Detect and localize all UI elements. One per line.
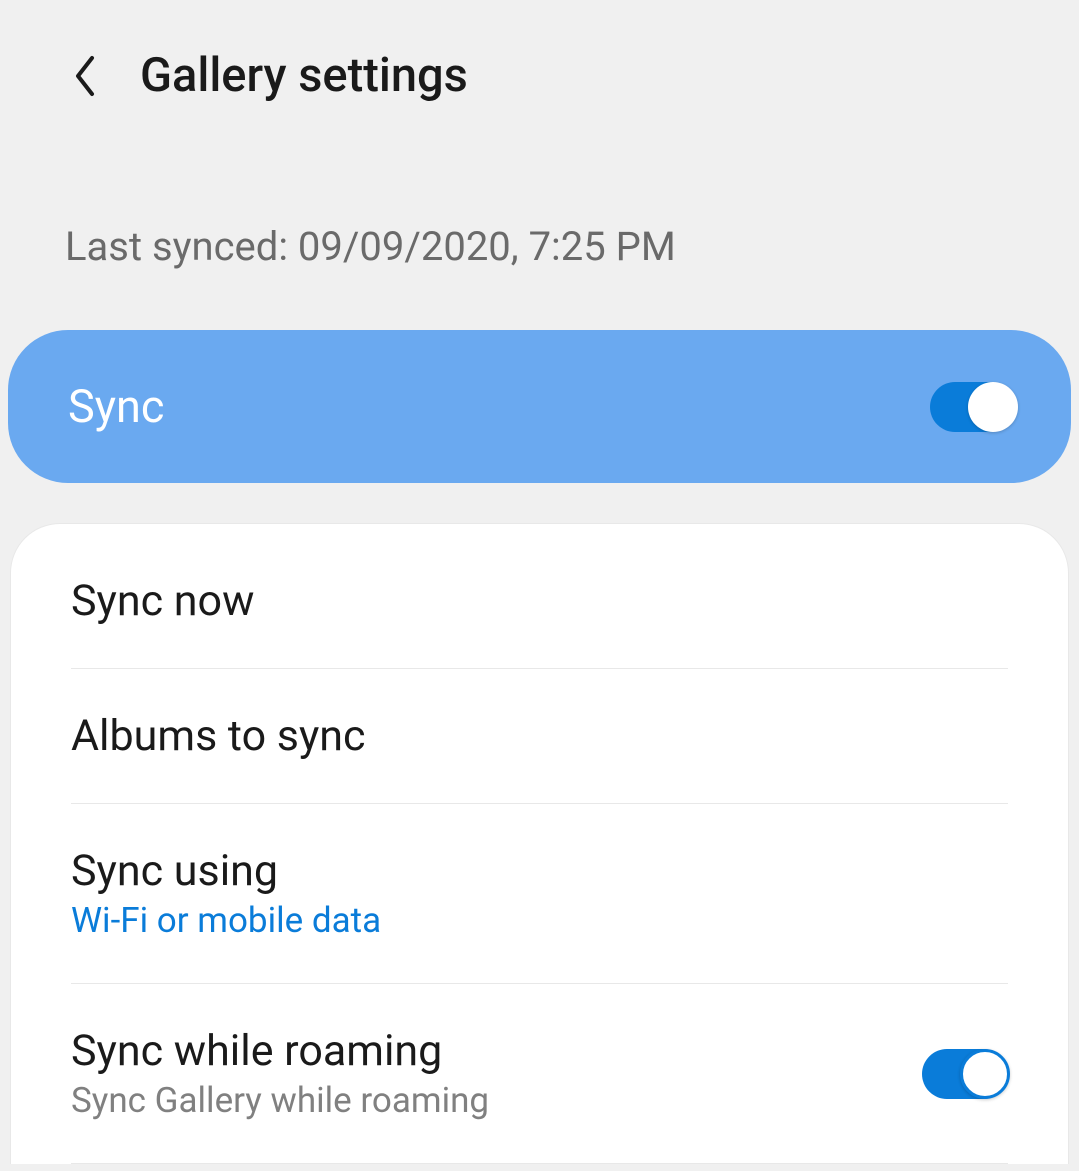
option-title: Albums to sync (71, 711, 366, 761)
sync-while-roaming-row[interactable]: Sync while roaming Sync Gallery while ro… (71, 984, 1008, 1164)
header: Gallery settings (0, 0, 1079, 133)
option-title: Sync while roaming (71, 1026, 489, 1076)
page-title: Gallery settings (140, 48, 468, 103)
sync-using-row[interactable]: Sync using Wi-Fi or mobile data (71, 804, 1008, 984)
toggle-knob (960, 1049, 1010, 1099)
roaming-toggle[interactable] (922, 1049, 1008, 1099)
options-card: Sync now Albums to sync Sync using Wi-Fi… (10, 523, 1069, 1164)
sync-toggle[interactable] (930, 382, 1016, 432)
option-subtitle: Sync Gallery while roaming (71, 1080, 489, 1121)
option-subtitle: Wi-Fi or mobile data (71, 900, 381, 941)
sync-label: Sync (68, 380, 164, 433)
option-title: Sync using (71, 846, 381, 896)
albums-to-sync-row[interactable]: Albums to sync (71, 669, 1008, 804)
option-title: Sync now (71, 576, 254, 626)
back-icon[interactable] (70, 51, 100, 101)
last-synced-text: Last synced: 09/09/2020, 7:25 PM (0, 133, 1079, 330)
sync-toggle-card[interactable]: Sync (8, 330, 1071, 483)
sync-now-row[interactable]: Sync now (71, 524, 1008, 669)
toggle-knob (968, 382, 1018, 432)
